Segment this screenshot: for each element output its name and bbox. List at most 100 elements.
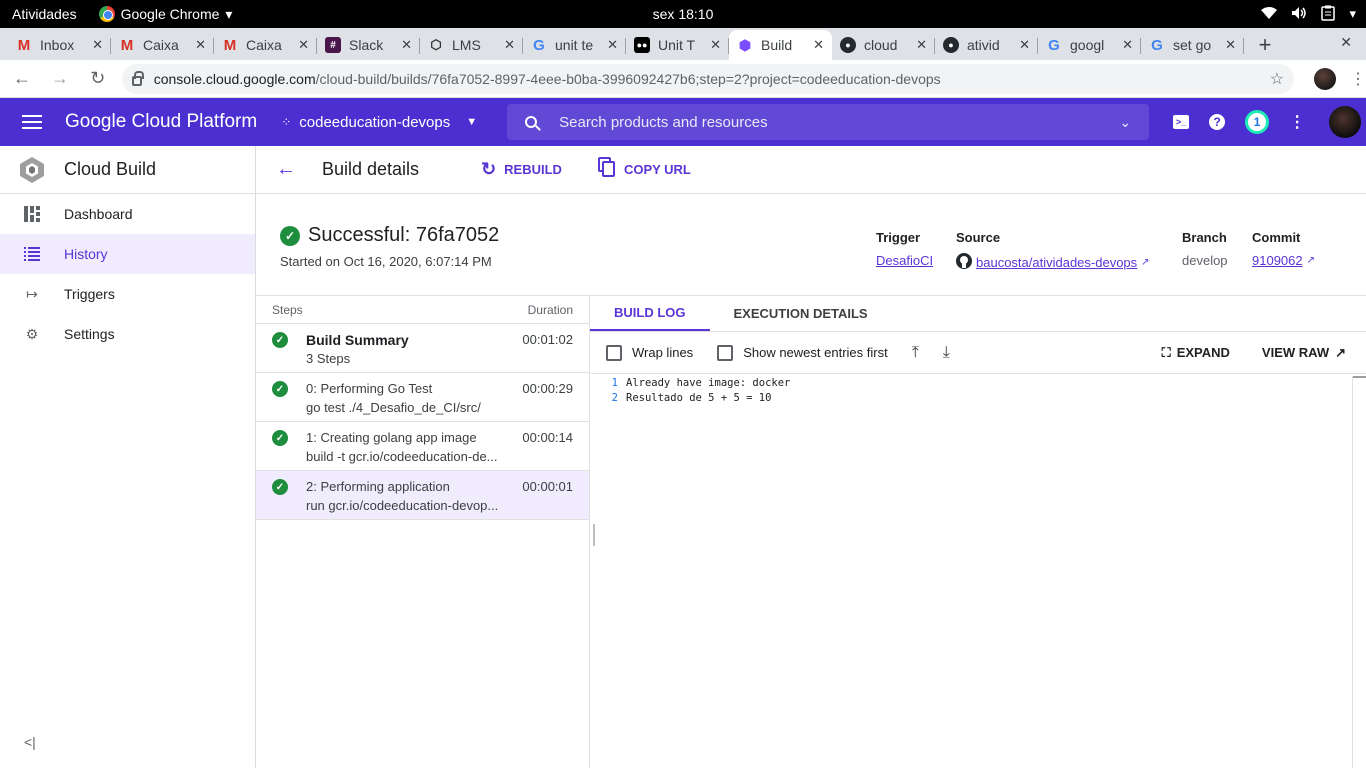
app-menu[interactable]: Google Chrome ▾ — [98, 6, 232, 23]
browser-tab[interactable]: Gunit te ✕ — [523, 30, 626, 60]
rebuild-button[interactable]: ↻ REBUILD — [481, 159, 562, 180]
step-duration: 00:00:01 — [522, 479, 573, 494]
scroll-to-top-icon[interactable]: ⤒ — [912, 344, 919, 362]
activities-button[interactable]: Atividades — [0, 6, 89, 22]
browser-tab[interactable]: ●● Unit T ✕ — [626, 30, 729, 60]
step-name: Build Summary — [306, 332, 409, 348]
lock-icon[interactable] — [131, 70, 144, 86]
browser-tab[interactable]: ● ativid ✕ — [935, 30, 1038, 60]
refresh-icon: ↻ — [481, 159, 497, 179]
cloud-build-logo-icon — [20, 156, 44, 183]
source-label: Source — [956, 230, 1001, 245]
back-arrow-icon[interactable]: ← — [276, 158, 296, 181]
step-subtitle: go test ./4_Desafio_de_CI/src/ — [306, 400, 481, 415]
line-number: 2 — [611, 392, 618, 404]
back-button[interactable]: ← — [6, 63, 38, 95]
external-link-icon[interactable]: ↗ — [1141, 257, 1149, 268]
profile-avatar[interactable] — [1314, 67, 1337, 90]
github-icon: ● — [840, 37, 856, 53]
step-row-selected[interactable]: ✓ 2: Performing application run gcr.io/c… — [256, 471, 589, 520]
close-icon[interactable]: ✕ — [195, 37, 206, 53]
close-icon[interactable]: ✕ — [504, 37, 515, 53]
step-row[interactable]: ✓ 1: Creating golang app image build -t … — [256, 422, 589, 471]
rebuild-label: REBUILD — [504, 162, 562, 177]
tab-title: LMS — [452, 37, 481, 53]
log-toolbar: Wrap lines Show newest entries first ⤒ ⤓… — [590, 332, 1366, 374]
reload-button[interactable]: ↻ — [82, 63, 114, 95]
address-bar[interactable]: console.cloud.google.com/cloud-build/bui… — [121, 63, 1295, 94]
forward-button[interactable]: → — [44, 63, 76, 95]
expand-button[interactable]: ⛶ EXPAND — [1162, 345, 1230, 361]
sidebar-item-label: History — [64, 246, 108, 262]
trigger-link[interactable]: DesafioCI — [876, 253, 933, 268]
log-scrollbar[interactable] — [1352, 376, 1366, 768]
browser-tab[interactable]: Ggoogl ✕ — [1038, 30, 1141, 60]
tab-title: set go — [1173, 37, 1212, 53]
help-icon[interactable]: ? — [1209, 114, 1226, 130]
sidebar-item-triggers[interactable]: ↦ Triggers — [0, 274, 255, 314]
close-icon[interactable]: ✕ — [607, 37, 618, 53]
browser-tab[interactable]: # Slack ✕ — [317, 30, 420, 60]
clock[interactable]: sex 18:10 — [653, 6, 714, 22]
commit-label: Commit — [1252, 230, 1301, 245]
browser-tab-active[interactable]: ⬢ Build ✕ — [729, 30, 832, 60]
sidebar-item-history[interactable]: History — [0, 234, 255, 274]
search-icon — [525, 116, 538, 128]
project-icon: ⁘ — [281, 115, 292, 129]
cloud-shell-icon[interactable]: >_ — [1173, 115, 1190, 129]
chevron-down-icon[interactable]: ⌄ — [1119, 114, 1131, 131]
product-title: Cloud Build — [64, 159, 157, 179]
close-icon[interactable]: ✕ — [1019, 37, 1030, 53]
commit-link[interactable]: 9109062 — [1252, 253, 1303, 268]
external-link-icon[interactable]: ↗ — [1307, 255, 1315, 266]
hamburger-menu-icon[interactable] — [22, 115, 42, 129]
project-selector[interactable]: ⁘ codeeducation-devops ▼ — [281, 114, 477, 131]
browser-tab[interactable]: ⬡ LMS ✕ — [420, 30, 523, 60]
wrap-lines-label: Wrap lines — [632, 345, 694, 360]
tab-build-log[interactable]: BUILD LOG — [590, 296, 710, 331]
newest-first-checkbox[interactable] — [717, 344, 734, 361]
view-raw-button[interactable]: VIEW RAW ↗ — [1262, 345, 1346, 361]
step-row[interactable]: ✓ 0: Performing Go Test go test ./4_Desa… — [256, 373, 589, 422]
close-icon[interactable]: ✕ — [1122, 37, 1133, 53]
system-tray[interactable]: ▾ — [1261, 5, 1356, 24]
success-check-icon: ✓ — [272, 381, 288, 397]
close-icon[interactable]: ✕ — [813, 37, 824, 53]
browser-tab[interactable]: Gset go ✕ — [1141, 30, 1244, 60]
collapse-nav-icon[interactable]: <| — [24, 734, 36, 750]
browser-tab[interactable]: ● cloud ✕ — [832, 30, 935, 60]
close-icon[interactable]: ✕ — [916, 37, 927, 53]
close-icon[interactable]: ✕ — [710, 37, 721, 53]
view-raw-label: VIEW RAW — [1261, 345, 1330, 360]
sidebar-item-settings[interactable]: ⚙ Settings — [0, 314, 255, 354]
duration-column-header: Duration — [527, 302, 573, 317]
tab-execution-details[interactable]: EXECUTION DETAILS — [710, 296, 892, 331]
log-body[interactable]: 1 Already have image: docker 2 Resultado… — [590, 376, 1352, 768]
bookmark-star-icon[interactable]: ☆ — [1270, 69, 1284, 89]
new-tab-button[interactable]: + — [1250, 30, 1280, 60]
sidebar-item-dashboard[interactable]: Dashboard — [0, 194, 255, 234]
close-icon[interactable]: ✕ — [92, 37, 103, 53]
more-options-icon[interactable]: ⋮ — [1289, 112, 1305, 132]
source-link[interactable]: baucosta/atividades-devops — [976, 255, 1137, 270]
browser-tab[interactable]: M Inbox ✕ — [8, 30, 111, 60]
browser-toolbar: ← → ↻ console.cloud.google.com/cloud-bui… — [0, 60, 1366, 98]
step-row-summary[interactable]: ✓ Build Summary 3 Steps 00:01:02 — [256, 324, 589, 373]
search-input[interactable]: Search products and resources ⌄ — [507, 104, 1150, 140]
copy-url-button[interactable]: COPY URL — [597, 157, 691, 182]
browser-menu-icon[interactable]: ⋮ — [1350, 69, 1366, 89]
expand-label: EXPAND — [1176, 345, 1230, 360]
tab-title: Inbox — [40, 37, 75, 53]
close-icon[interactable]: ✕ — [298, 37, 309, 53]
notifications-badge[interactable]: 1 — [1245, 110, 1270, 134]
close-window-icon[interactable]: ✕ — [1340, 34, 1352, 51]
browser-tab[interactable]: M Caixa ✕ — [111, 30, 214, 60]
browser-tab[interactable]: M Caixa ✕ — [214, 30, 317, 60]
gcp-logo[interactable]: Google Cloud Platform — [65, 111, 257, 133]
avatar[interactable] — [1329, 106, 1362, 138]
download-icon[interactable]: ⤓ — [943, 344, 950, 362]
close-icon[interactable]: ✕ — [401, 37, 412, 53]
wrap-lines-checkbox[interactable] — [606, 344, 622, 361]
tab-title: Unit T — [658, 37, 696, 53]
close-icon[interactable]: ✕ — [1225, 37, 1236, 53]
